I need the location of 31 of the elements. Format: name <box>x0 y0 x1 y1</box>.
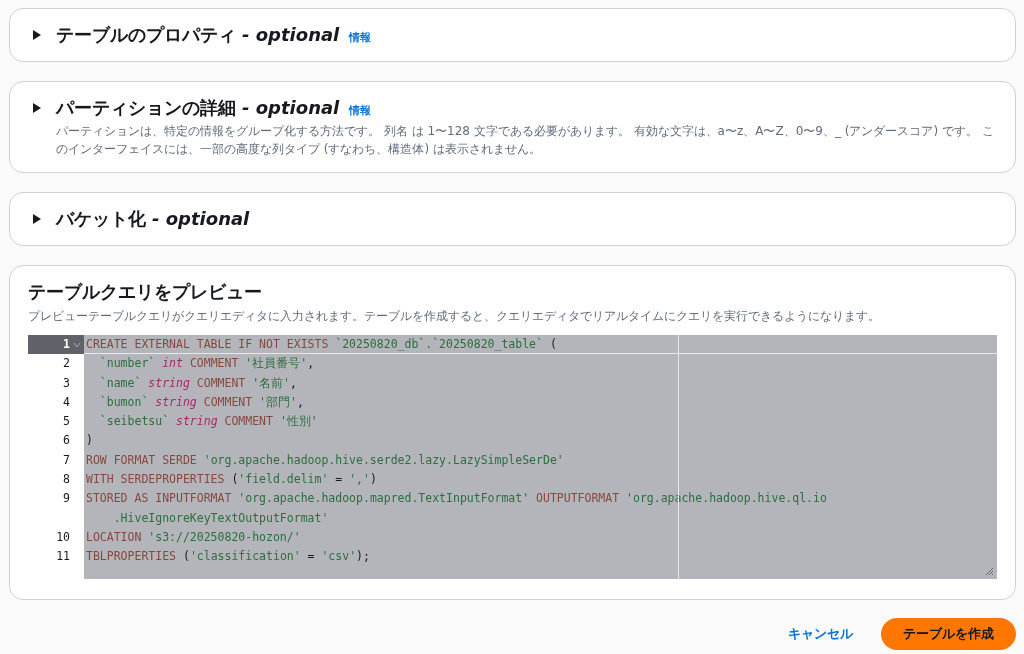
create-table-button[interactable]: テーブルを作成 <box>881 617 1016 650</box>
code-line: ROW FORMAT SERDE 'org.apache.hadoop.hive.serde2.lazy.LazySimpleSerDe' <box>85 451 565 469</box>
optional-label: - optional <box>152 208 250 229</box>
resize-handle-icon[interactable] <box>984 565 994 576</box>
info-link[interactable]: 情報 <box>349 103 372 118</box>
optional-label: - optional <box>242 24 340 45</box>
section-title[interactable]: パーティションの詳細 <box>56 96 236 120</box>
code-line: STORED AS INPUTFORMAT 'org.apache.hadoop.mapred.TextInputFormat' OUTPUTFORMAT 'org.apache.hadoop.hive.ql.io <box>85 490 828 508</box>
code-line: TBLPROPERTIES ('classification' = 'csv'); <box>85 548 371 566</box>
caret-icon[interactable] <box>32 103 42 113</box>
code-line: `bumon` string COMMENT '部門', <box>98 393 305 411</box>
info-link[interactable]: 情報 <box>349 30 372 45</box>
code-line: .HiveIgnoreKeyTextOutputFormat' <box>112 509 330 527</box>
code-line: `name` string COMMENT '名前', <box>98 374 298 392</box>
preview-title: テーブルクエリをプレビュー <box>28 280 263 304</box>
code-line: LOCATION 's3://20250820-hozon/' <box>85 528 302 546</box>
code-line: CREATE EXTERNAL TABLE IF NOT EXISTS `20250820_db`.`20250820_table` ( <box>84 335 997 355</box>
section-title[interactable]: テーブルのプロパティ <box>56 23 236 47</box>
code-editor[interactable] <box>28 335 997 579</box>
caret-icon[interactable] <box>32 30 42 40</box>
cancel-button[interactable]: キャンセル <box>788 618 853 649</box>
line-number: 1 <box>28 335 84 355</box>
section-description: パーティションは、特定の情報をグループ化する方法です。 列名 は 1〜128 文字である必要があります。 有効な文字は、a〜z、A〜Z、0〜9、_ (アンダースコア) です。 このインターフェイスには、一部の高度な列タイプ (すなわち、構造体) は表示されません。 <box>56 123 995 158</box>
code-line: `number` int COMMENT '社員番号', <box>98 355 316 373</box>
preview-description: プレビューテーブルクエリがクエリエディタに入力されます。テーブルを作成すると、クエリエディタでリアルタイムにクエリを実行できるようになります。 <box>28 308 881 325</box>
code-line: ) <box>85 432 94 450</box>
optional-label: - optional <box>242 97 340 118</box>
caret-icon[interactable] <box>32 214 42 224</box>
code-line: `seibetsu` string COMMENT '性別' <box>98 413 319 431</box>
section-title[interactable]: バケット化 <box>56 207 146 231</box>
code-line: WITH SERDEPROPERTIES ('field.delim' = ',') <box>85 471 378 489</box>
